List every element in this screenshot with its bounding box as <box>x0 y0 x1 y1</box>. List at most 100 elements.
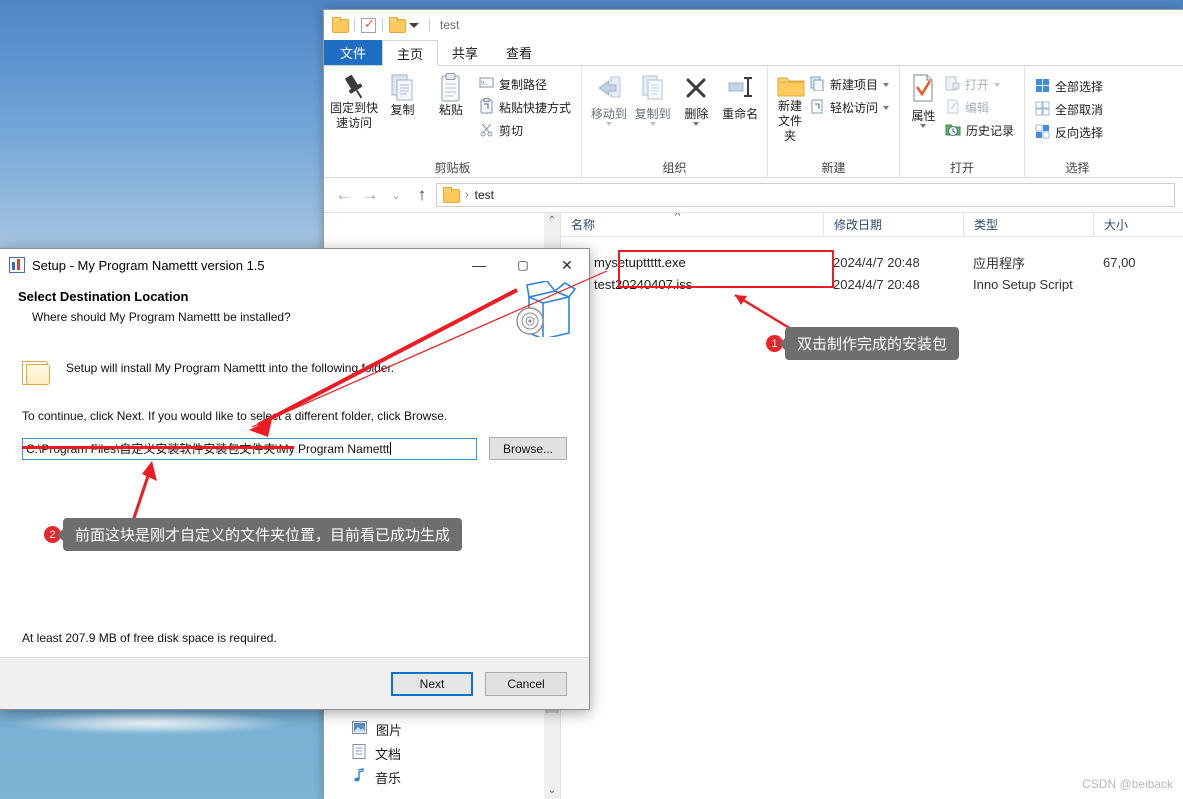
select-none-label: 全部取消 <box>1055 103 1104 117</box>
new-small-commands: 新建项目 轻松访问 <box>806 69 893 119</box>
nav-item-documents[interactable]: 文档 <box>324 741 560 765</box>
column-header-size[interactable]: 大小 <box>1093 213 1183 236</box>
chevron-down-icon[interactable] <box>693 122 700 126</box>
new-folder-button[interactable]: 新建 文件夹 <box>774 69 806 144</box>
recent-locations-icon[interactable]: ⌄ <box>384 183 408 207</box>
window-title: test <box>440 18 460 32</box>
callout-1-text: 双击制作完成的安装包 <box>778 327 960 360</box>
copy-icon <box>389 73 415 103</box>
music-note-icon <box>352 768 366 786</box>
select-none-icon <box>1035 101 1050 119</box>
folder-icon <box>443 187 460 203</box>
chevron-down-icon[interactable] <box>920 124 927 128</box>
next-button[interactable]: Next <box>391 671 473 696</box>
move-to-button[interactable]: 移动到 <box>588 69 630 126</box>
minimize-button[interactable]: — <box>457 249 501 281</box>
cancel-label: Cancel <box>507 676 545 691</box>
ribbon: 固定到快 速访问 复制 粘贴 \\.. 复制路径 粘贴快捷方式 剪切 剪贴板 移… <box>324 66 1183 178</box>
chevron-down-icon[interactable] <box>605 122 612 126</box>
new-item-button[interactable]: 新建项目 <box>806 73 893 96</box>
invert-selection-icon <box>1035 124 1050 142</box>
watermark: CSDN @beiback <box>1082 777 1173 791</box>
back-arrow-icon[interactable]: ← <box>332 183 356 207</box>
tab-share[interactable]: 共享 <box>438 40 492 65</box>
invert-selection-label: 反向选择 <box>1055 126 1104 140</box>
new-folder-icon[interactable] <box>389 17 406 33</box>
properties-label: 属性 <box>911 109 936 123</box>
copy-path-button[interactable]: \\.. 复制路径 <box>475 73 575 96</box>
move-to-label: 移动到 <box>590 107 627 121</box>
column-header-date[interactable]: 修改日期 <box>823 213 963 236</box>
properties-button[interactable]: 属性 <box>906 69 941 128</box>
group-name-organize: 组织 <box>662 161 687 175</box>
paste-button[interactable]: 粘贴 <box>427 69 475 118</box>
up-arrow-icon[interactable]: ↑ <box>410 183 434 207</box>
easy-access-button[interactable]: 轻松访问 <box>806 96 893 119</box>
cut-label: 剪切 <box>498 124 523 138</box>
select-all-button[interactable]: 全部选择 <box>1031 75 1107 98</box>
underline-destination-path <box>22 446 294 449</box>
paste-label: 粘贴 <box>438 103 463 117</box>
chevron-down-icon[interactable] <box>409 22 419 28</box>
open-small-commands: 打开 编辑 历史记录 <box>941 69 1018 142</box>
pin-to-quick-access-button[interactable]: 固定到快 速访问 <box>330 69 378 131</box>
select-none-button[interactable]: 全部取消 <box>1031 98 1107 121</box>
rename-button[interactable]: 重命名 <box>719 69 761 122</box>
nav-item-label: 文档 <box>375 746 402 762</box>
cut-button[interactable]: 剪切 <box>475 119 575 142</box>
close-button[interactable]: ✕ <box>545 249 589 281</box>
callout-1: 1 双击制作完成的安装包 <box>766 327 960 360</box>
group-name-clipboard: 剪贴板 <box>434 161 471 175</box>
chevron-down-icon[interactable] <box>883 82 889 87</box>
setup-title-label: Setup - My Program Namettt version 1.5 <box>32 257 265 273</box>
chevron-down-icon[interactable] <box>994 82 1000 87</box>
nav-item-pictures[interactable]: 图片 <box>324 717 560 741</box>
select-all-icon <box>1035 78 1050 96</box>
history-button[interactable]: 历史记录 <box>941 119 1018 142</box>
cancel-button[interactable]: Cancel <box>485 671 567 696</box>
pin-label-line1: 固定到快 <box>330 101 379 115</box>
history-icon <box>945 122 961 140</box>
paste-shortcut-icon <box>479 98 494 117</box>
ribbon-group-new: 新建 文件夹 新建项目 轻松访问 新建 <box>768 66 900 177</box>
forward-arrow-icon[interactable]: → <box>358 183 382 207</box>
tab-view[interactable]: 查看 <box>492 40 546 65</box>
copy-path-icon: \\.. <box>479 76 494 94</box>
scroll-up-icon[interactable]: ⌃ <box>548 213 556 229</box>
nav-item-music[interactable]: 音乐 <box>324 765 560 789</box>
maximize-button[interactable]: ▢ <box>501 249 545 281</box>
copy-to-button[interactable]: 复制到 <box>632 69 674 126</box>
paste-shortcut-button[interactable]: 粘贴快捷方式 <box>475 96 575 119</box>
scroll-down-icon[interactable]: ⌄ <box>548 783 556 799</box>
new-folder-label-line1: 新建 <box>777 99 802 113</box>
copy-button[interactable]: 复制 <box>378 69 426 118</box>
new-folder-label-line2: 文件夹 <box>777 114 802 143</box>
chevron-down-icon[interactable] <box>649 122 656 126</box>
folder-icon[interactable] <box>332 17 349 33</box>
tab-file[interactable]: 文件 <box>324 40 383 65</box>
delete-button[interactable]: 删除 <box>676 69 718 126</box>
breadcrumb-current[interactable]: test <box>475 188 494 202</box>
browse-button[interactable]: Browse... <box>489 437 567 460</box>
clipboard-small-commands: \\.. 复制路径 粘贴快捷方式 剪切 <box>475 69 575 142</box>
address-input[interactable]: › test <box>436 183 1175 207</box>
history-label: 历史记录 <box>965 124 1014 138</box>
chevron-down-icon[interactable] <box>883 105 889 110</box>
divider <box>429 18 430 32</box>
group-name-select: 选择 <box>1065 161 1090 175</box>
paste-shortcut-label: 粘贴快捷方式 <box>498 101 571 115</box>
open-button[interactable]: 打开 <box>941 73 1018 96</box>
column-header-type[interactable]: 类型 <box>963 213 1093 236</box>
invert-selection-button[interactable]: 反向选择 <box>1031 121 1107 144</box>
column-header-name[interactable]: 名称 <box>561 213 823 236</box>
select-all-label: 全部选择 <box>1055 80 1104 94</box>
tab-home[interactable]: 主页 <box>382 40 439 66</box>
properties-checklist-icon[interactable] <box>361 16 376 33</box>
quick-access-toolbar: test <box>324 10 1183 40</box>
copy-label: 复制 <box>390 103 415 117</box>
edit-button[interactable]: 编辑 <box>941 96 1018 119</box>
pin-label-line2: 速访问 <box>336 116 373 130</box>
new-item-icon <box>810 76 825 94</box>
edit-label: 编辑 <box>964 101 989 115</box>
setup-body: Setup will install My Program Namettt in… <box>0 337 589 657</box>
